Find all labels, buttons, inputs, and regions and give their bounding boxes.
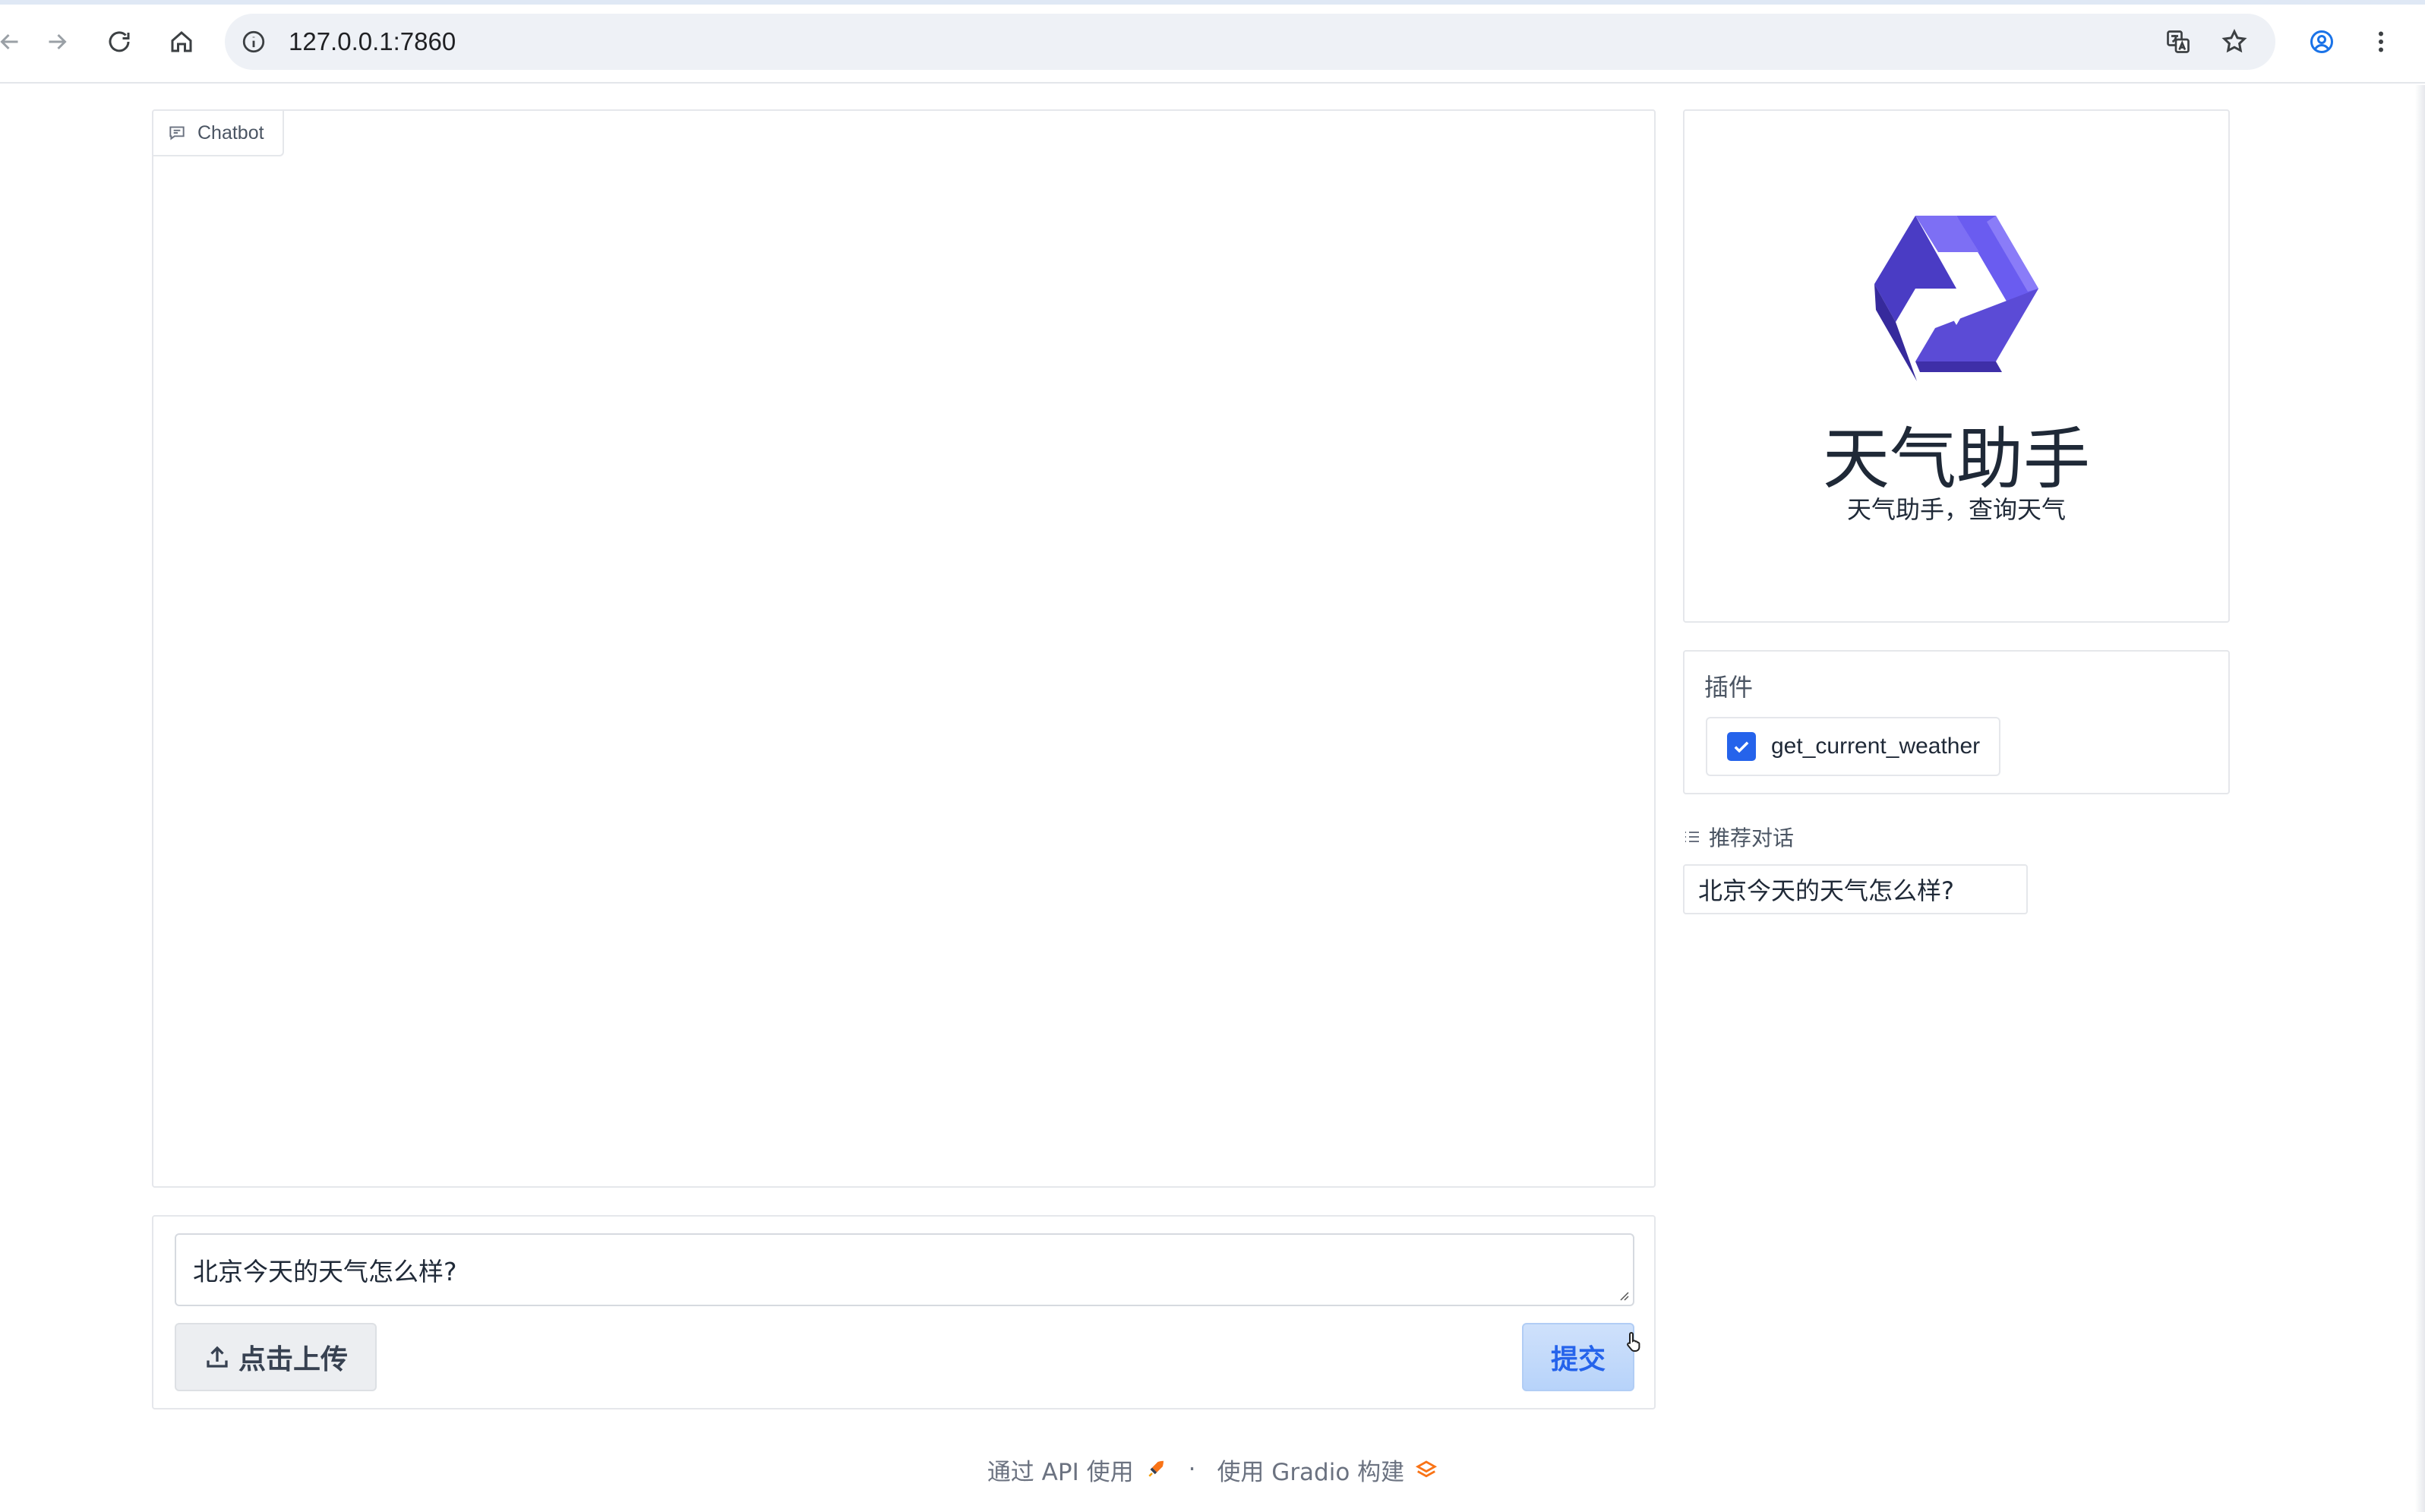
- plugins-panel: 插件 get_current_weather: [1683, 650, 2230, 794]
- use-via-api-link[interactable]: 通过 API 使用: [987, 1453, 1134, 1487]
- list-icon: [1685, 832, 1699, 842]
- translate-icon[interactable]: [2163, 27, 2193, 57]
- home-icon[interactable]: [155, 15, 208, 68]
- info-icon[interactable]: [238, 27, 269, 57]
- profile-icon[interactable]: [2295, 15, 2348, 68]
- plugin-checkbox-get-current-weather[interactable]: get_current_weather: [1706, 717, 2000, 776]
- footer: 通过 API 使用 · 使用 Gradio 构建: [0, 1450, 2425, 1488]
- kebab-menu-icon[interactable]: [2354, 15, 2408, 68]
- url-text[interactable]: 127.0.0.1:7860: [289, 14, 456, 70]
- upload-button[interactable]: 点击上传: [175, 1323, 377, 1391]
- chatbot-label-text: Chatbot: [197, 122, 264, 144]
- message-input-value: 北京今天的天气怎么样?: [193, 1257, 457, 1286]
- plugin-label: get_current_weather: [1771, 734, 1981, 759]
- browser-toolbar: 127.0.0.1:7860: [0, 0, 2425, 84]
- resize-handle-icon[interactable]: [1615, 1286, 1630, 1302]
- window-edge: [2415, 85, 2425, 1512]
- input-panel: 北京今天的天气怎么样? 点击上传 提交: [152, 1215, 1656, 1409]
- upload-icon: [207, 1346, 228, 1368]
- plugins-title: 插件: [1704, 673, 1754, 702]
- forward-arrow-icon[interactable]: [30, 15, 84, 68]
- upload-button-label: 点击上传: [238, 1344, 348, 1375]
- example-item-text: 北京今天的天气怎么样?: [1698, 876, 1954, 905]
- agent-name: 天气助手: [1822, 420, 2090, 498]
- checkbox-checked-icon[interactable]: [1727, 732, 1756, 761]
- star-icon[interactable]: [2219, 27, 2250, 57]
- pointer-cursor-icon: [1627, 1331, 1640, 1352]
- chat-icon: [169, 126, 185, 140]
- submit-button-label: 提交: [1550, 1344, 1606, 1375]
- gradio-logo-icon: [1416, 1460, 1438, 1478]
- address-bar[interactable]: 127.0.0.1:7860: [225, 14, 2275, 70]
- agent-logo-icon: [1874, 216, 2038, 381]
- chatbot-panel[interactable]: Chatbot: [152, 109, 1656, 1188]
- rocket-icon: [1148, 1460, 1164, 1477]
- built-with-gradio-link[interactable]: 使用 Gradio 构建: [1217, 1453, 1404, 1487]
- reload-icon[interactable]: [93, 15, 146, 68]
- submit-button[interactable]: 提交: [1522, 1323, 1634, 1391]
- agent-description: 天气助手，查询天气: [1846, 495, 2066, 524]
- examples-label-text: 推荐对话: [1709, 825, 1795, 851]
- example-item[interactable]: 北京今天的天气怎么样?: [1683, 864, 2028, 914]
- examples-label: 推荐对话: [1683, 822, 1794, 852]
- tab-strip-edge: [0, 0, 2425, 5]
- message-input[interactable]: 北京今天的天气怎么样?: [175, 1233, 1634, 1306]
- chatbot-label: Chatbot: [153, 111, 284, 156]
- agent-info-card: 天气助手 天气助手，查询天气: [1683, 109, 2230, 623]
- footer-separator: ·: [1188, 1456, 1196, 1483]
